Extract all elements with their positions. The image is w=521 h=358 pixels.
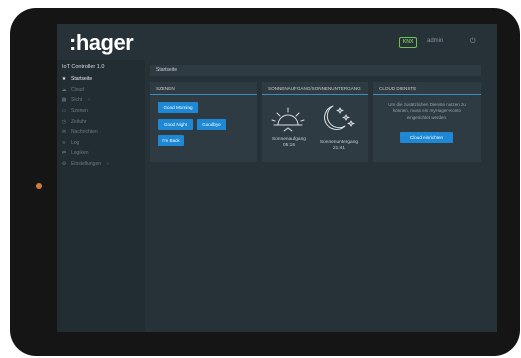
camera-dot (36, 183, 42, 189)
sidebar-title: IoT Controller 1.0 (62, 64, 105, 70)
sidebar-item-cloud[interactable]: ☁ Cloud (57, 85, 145, 96)
sidebar-item-label: Startseite (71, 76, 93, 83)
setup-cloud-button[interactable]: Cloud einrichten (400, 132, 453, 143)
sidebar-item-label: Logiken (71, 150, 89, 157)
scene-im-back-button[interactable]: I'm Back (158, 135, 184, 146)
knx-badge-icon: KNX (399, 37, 417, 48)
sunrise-time: 05:16 (282, 143, 295, 148)
sidebar-item-zeituhr[interactable]: ◷ Zeituhr (57, 116, 145, 127)
list-icon: ≡ (62, 139, 66, 146)
logic-icon: ⇄ (61, 150, 67, 157)
sidebar-item-label: Einstellungen (71, 161, 102, 168)
sidebar-item-startseite[interactable]: ★ Startseite (57, 74, 145, 85)
sidebar-item-sicht[interactable]: ▦ Sicht › (57, 95, 145, 106)
sidebar-item-label: Zeituhr (71, 118, 87, 125)
scene-good-night-button[interactable]: Good Night (158, 119, 193, 130)
cloud-icon: ☁ (61, 86, 67, 93)
scenes-panel: SZENEN Good Morning Good Night Goodbye I… (150, 82, 257, 162)
settings-icon: ⚙ (61, 161, 67, 168)
app-screen: :hager KNX admin ⏻ IoT Controller 1.0 ★ S… (57, 24, 497, 332)
sidebar-item-nachrichten[interactable]: ✉ Nachrichten (57, 127, 145, 138)
cloud-info-text: Um die zusätzlichen Dienste nutzen zu kö… (388, 102, 466, 120)
chevron-right-icon: › (107, 161, 109, 168)
sidebar: IoT Controller 1.0 ★ Startseite ☁ Cloud ▦ Sic… (57, 60, 145, 332)
sidebar-item-logiken[interactable]: ⇄ Logiken (57, 148, 145, 159)
sidebar-item-label: Szenen (71, 108, 88, 115)
breadcrumb: Startseite (150, 65, 481, 76)
sidebar-item-label: Cloud (71, 86, 85, 93)
user-menu[interactable]: admin (427, 37, 443, 46)
sidebar-item-szenen[interactable]: ▭ Szenen (57, 106, 145, 117)
moon-stars-icon (324, 105, 355, 130)
sun-panel: SONNENAUFGANG/SONNENUNTERGANG Sonnenaufg… (262, 82, 368, 162)
scenes-panel-title: SZENEN (150, 82, 257, 95)
cloud-panel-title: CLOUD DIENSTE (373, 82, 481, 95)
hager-logo: :hager (69, 30, 134, 55)
main-content: Startseite SZENEN Good Morning Good Nigh… (145, 60, 497, 332)
clock-icon: ◷ (61, 118, 67, 125)
sidebar-item-label: Log (71, 139, 80, 146)
star-icon: ★ (61, 76, 67, 83)
sidebar-item-einstellungen[interactable]: ⚙ Einstellungen › (57, 159, 145, 170)
sidebar-nav: ★ Startseite ☁ Cloud ▦ Sicht › ▭ Szenen ◷ Zeituhr ✉… (57, 74, 145, 169)
sunset-time: 21:41 (332, 146, 345, 151)
sidebar-item-label: Nachrichten (71, 129, 98, 136)
chevron-right-icon: › (88, 97, 90, 104)
message-icon: ✉ (61, 129, 67, 136)
scene-good-morning-button[interactable]: Good Morning (158, 102, 198, 113)
sidebar-item-label: Sicht (71, 97, 83, 104)
sidebar-item-log[interactable]: ≡ Log (57, 138, 145, 149)
power-icon[interactable]: ⏻ (470, 37, 476, 46)
top-bar: :hager KNX admin ⏻ (57, 24, 497, 60)
scene-goodbye-button[interactable]: Goodbye (197, 119, 226, 130)
grid-icon: ▦ (61, 97, 67, 104)
scenes-icon: ▭ (61, 108, 67, 115)
sunrise-icon (271, 107, 305, 132)
cloud-panel: CLOUD DIENSTE Um die zusätzlichen Dienst… (373, 82, 481, 162)
